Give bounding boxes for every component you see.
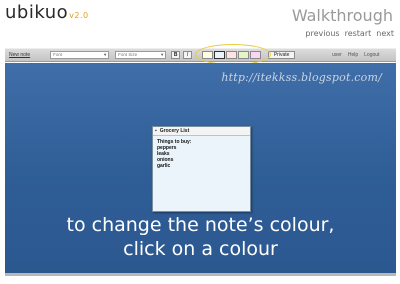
chevron-down-icon: ▼ [160, 52, 165, 57]
font-size-select[interactable]: Font Size ▼ [115, 51, 167, 59]
bottom-strip [5, 273, 396, 276]
bold-button[interactable]: B [171, 51, 181, 59]
swatch-pink[interactable] [226, 51, 238, 59]
previous-link[interactable]: previous [305, 29, 339, 38]
walkthrough-title: Walkthrough [291, 6, 393, 25]
swatch-green[interactable] [238, 51, 250, 59]
walkthrough-nav: previous restart next [305, 29, 394, 38]
next-link[interactable]: next [376, 29, 394, 38]
swatch-blue[interactable] [214, 51, 226, 59]
swatch-yellow[interactable] [202, 51, 214, 59]
caption-line-2: click on a colour [123, 238, 278, 260]
toolbar: New note Font ▼ Font Size ▼ B I Private … [5, 48, 396, 62]
note-body[interactable]: Things to buy: peppers leaks onions garl… [153, 136, 250, 172]
italic-button[interactable]: I [183, 51, 193, 59]
note-workspace[interactable]: http://itekkss.blogspot.com/ ▪ Grocery L… [5, 63, 396, 273]
private-button[interactable]: Private [268, 51, 296, 59]
logo-text: ubikuo [5, 2, 69, 23]
restart-link[interactable]: restart [345, 29, 372, 38]
app-logo[interactable]: ubikuov2.0 [5, 2, 89, 23]
caption-line-1: to change the note’s colour, [66, 214, 335, 236]
watermark-url: http://itekkss.blogspot.com/ [221, 71, 382, 84]
colour-swatches [202, 51, 262, 59]
grocery-note[interactable]: ▪ Grocery List Things to buy: peppers le… [152, 126, 251, 212]
app-frame: ubikuov2.0 Walkthrough previous restart … [0, 0, 400, 284]
walkthrough-caption: to change the note’s colour, click on a … [5, 213, 396, 261]
swatch-magenta[interactable] [250, 51, 262, 59]
new-note-button[interactable]: New note [9, 52, 30, 58]
help-link[interactable]: Help [348, 52, 358, 58]
chevron-down-icon: ▼ [103, 52, 108, 57]
font-select-value: Font [53, 52, 63, 57]
logout-link[interactable]: Logout [364, 52, 379, 58]
note-line: garlic [157, 163, 171, 169]
logo-version: v2.0 [69, 11, 89, 20]
font-size-select-value: Font Size [118, 52, 138, 57]
note-menu-icon[interactable]: ▪ [155, 128, 157, 134]
font-select[interactable]: Font ▼ [50, 51, 110, 59]
user-link[interactable]: user [332, 52, 342, 58]
note-header[interactable]: ▪ Grocery List [153, 127, 250, 136]
note-title: Grocery List [159, 128, 190, 134]
